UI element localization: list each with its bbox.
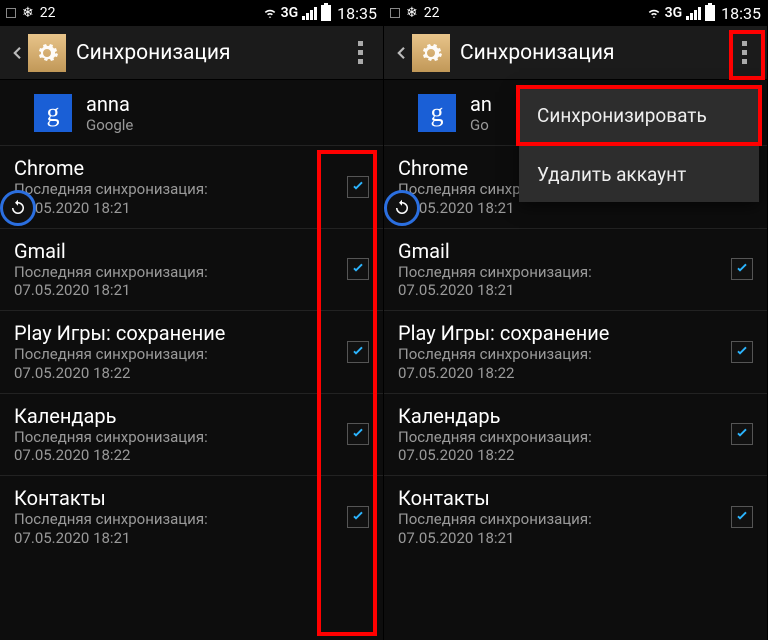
- settings-app-icon: [412, 34, 450, 72]
- checkbox[interactable]: [347, 176, 369, 198]
- overflow-menu-button[interactable]: [729, 33, 759, 73]
- item-sync-label: Последняя синхронизация:: [398, 263, 592, 281]
- app-bar: Синхронизация: [0, 26, 383, 80]
- checkbox[interactable]: [731, 258, 753, 280]
- app-bar: Синхронизация: [384, 26, 767, 80]
- account-provider: Go: [470, 116, 492, 134]
- item-title: Play Игры: сохранение: [14, 321, 347, 345]
- item-timestamp: 07.05.2020 18:22: [14, 446, 130, 464]
- item-timestamp: 07.05.2020 18:21: [398, 281, 514, 299]
- item-sync-label: Последняя синхронизация:: [398, 510, 592, 528]
- page-title: Синхронизация: [76, 41, 345, 65]
- item-timestamp: 07.05.2020 18:22: [14, 364, 130, 382]
- temperature-icon: ❄: [406, 5, 418, 21]
- network-type: 3G: [281, 5, 299, 21]
- network-type: 3G: [665, 5, 683, 21]
- account-name: an: [470, 92, 492, 116]
- account-name: anna: [86, 92, 133, 116]
- sync-item-contacts[interactable]: Контакты Последняя синхронизация:07.05.2…: [384, 476, 767, 558]
- checkbox[interactable]: [347, 423, 369, 445]
- overflow-popup-menu: Синхронизировать Удалить аккаунт: [519, 88, 759, 202]
- item-sync-label: Последняя синхронизация:: [14, 510, 208, 528]
- sync-in-progress-icon: [0, 190, 36, 226]
- wifi-icon: [263, 6, 277, 20]
- sync-list: Chrome Последняя синхронизация:07.05.202…: [0, 146, 383, 558]
- status-temp: 22: [40, 5, 56, 21]
- item-title: Gmail: [398, 239, 731, 263]
- item-title: Play Игры: сохранение: [398, 321, 731, 345]
- overflow-menu-button[interactable]: [345, 33, 375, 73]
- google-icon: g: [418, 94, 456, 132]
- wifi-icon: [647, 6, 661, 20]
- battery-icon: [705, 5, 715, 21]
- status-placeholder-icon: [390, 8, 400, 18]
- sync-item-gmail[interactable]: Gmail Последняя синхронизация:07.05.2020…: [384, 229, 767, 312]
- item-sync-label: Последняя синхронизация:: [398, 428, 592, 446]
- temperature-icon: ❄: [22, 5, 34, 21]
- sync-item-contacts[interactable]: Контакты Последняя синхронизация:07.05.2…: [0, 476, 383, 558]
- checkbox[interactable]: [347, 506, 369, 528]
- signal-icon: [302, 7, 317, 20]
- item-timestamp: 07.05.2020 18:21: [14, 529, 130, 547]
- checkbox[interactable]: [731, 341, 753, 363]
- item-title: Контакты: [398, 486, 731, 510]
- item-sync-label: Последняя синхронизация:: [14, 180, 208, 198]
- google-icon: g: [34, 94, 72, 132]
- checkbox[interactable]: [347, 258, 369, 280]
- item-title: Календарь: [398, 404, 731, 428]
- checkbox[interactable]: [731, 423, 753, 445]
- sync-item-calendar[interactable]: Календарь Последняя синхронизация:07.05.…: [384, 394, 767, 477]
- checkbox[interactable]: [731, 506, 753, 528]
- item-sync-label: Последняя синхронизация:: [398, 345, 592, 363]
- item-sync-label: Последняя синхронизация:: [14, 345, 208, 363]
- checkbox[interactable]: [347, 341, 369, 363]
- sync-in-progress-icon: [384, 190, 420, 226]
- item-timestamp: 07.05.2020 18:21: [398, 529, 514, 547]
- battery-icon: [321, 5, 331, 21]
- sync-item-calendar[interactable]: Календарь Последняя синхронизация:07.05.…: [0, 394, 383, 477]
- page-title: Синхронизация: [460, 41, 729, 65]
- status-time: 18:35: [337, 4, 377, 23]
- item-title: Контакты: [14, 486, 347, 510]
- account-provider: Google: [86, 116, 133, 134]
- item-title: Gmail: [14, 239, 347, 263]
- status-temp: 22: [424, 5, 440, 21]
- back-icon[interactable]: [8, 44, 26, 62]
- item-timestamp: 07.05.2020 18:21: [14, 281, 130, 299]
- status-time: 18:35: [721, 4, 761, 23]
- signal-icon: [686, 7, 701, 20]
- status-placeholder-icon: [6, 8, 16, 18]
- sync-item-gmail[interactable]: Gmail Последняя синхронизация:07.05.2020…: [0, 229, 383, 312]
- menu-remove-account[interactable]: Удалить аккаунт: [519, 147, 759, 202]
- back-icon[interactable]: [392, 44, 410, 62]
- item-timestamp: 07.05.2020 18:22: [398, 446, 514, 464]
- settings-app-icon: [28, 34, 66, 72]
- sync-list: Chrome Последняя синхронизация:07.05.202…: [384, 146, 767, 558]
- item-title: Chrome: [14, 156, 347, 180]
- sync-item-play-games[interactable]: Play Игры: сохранение Последняя синхрони…: [0, 311, 383, 394]
- item-title: Календарь: [14, 404, 347, 428]
- status-bar: ❄ 22 3G 18:35: [384, 0, 767, 26]
- phone-left: ❄ 22 3G 18:35 Синхронизация g anna Googl…: [0, 0, 384, 640]
- account-header[interactable]: g anna Google: [0, 80, 383, 146]
- sync-item-chrome[interactable]: Chrome Последняя синхронизация:07.05.202…: [0, 146, 383, 229]
- status-bar: ❄ 22 3G 18:35: [0, 0, 383, 26]
- menu-sync-now[interactable]: Синхронизировать: [519, 88, 759, 143]
- sync-item-play-games[interactable]: Play Игры: сохранение Последняя синхрони…: [384, 311, 767, 394]
- item-timestamp: 07.05.2020 18:22: [398, 364, 514, 382]
- phone-right: ❄ 22 3G 18:35 Синхронизация g an Go: [384, 0, 768, 640]
- item-sync-label: Последняя синхронизация:: [14, 263, 208, 281]
- item-sync-label: Последняя синхронизация:: [14, 428, 208, 446]
